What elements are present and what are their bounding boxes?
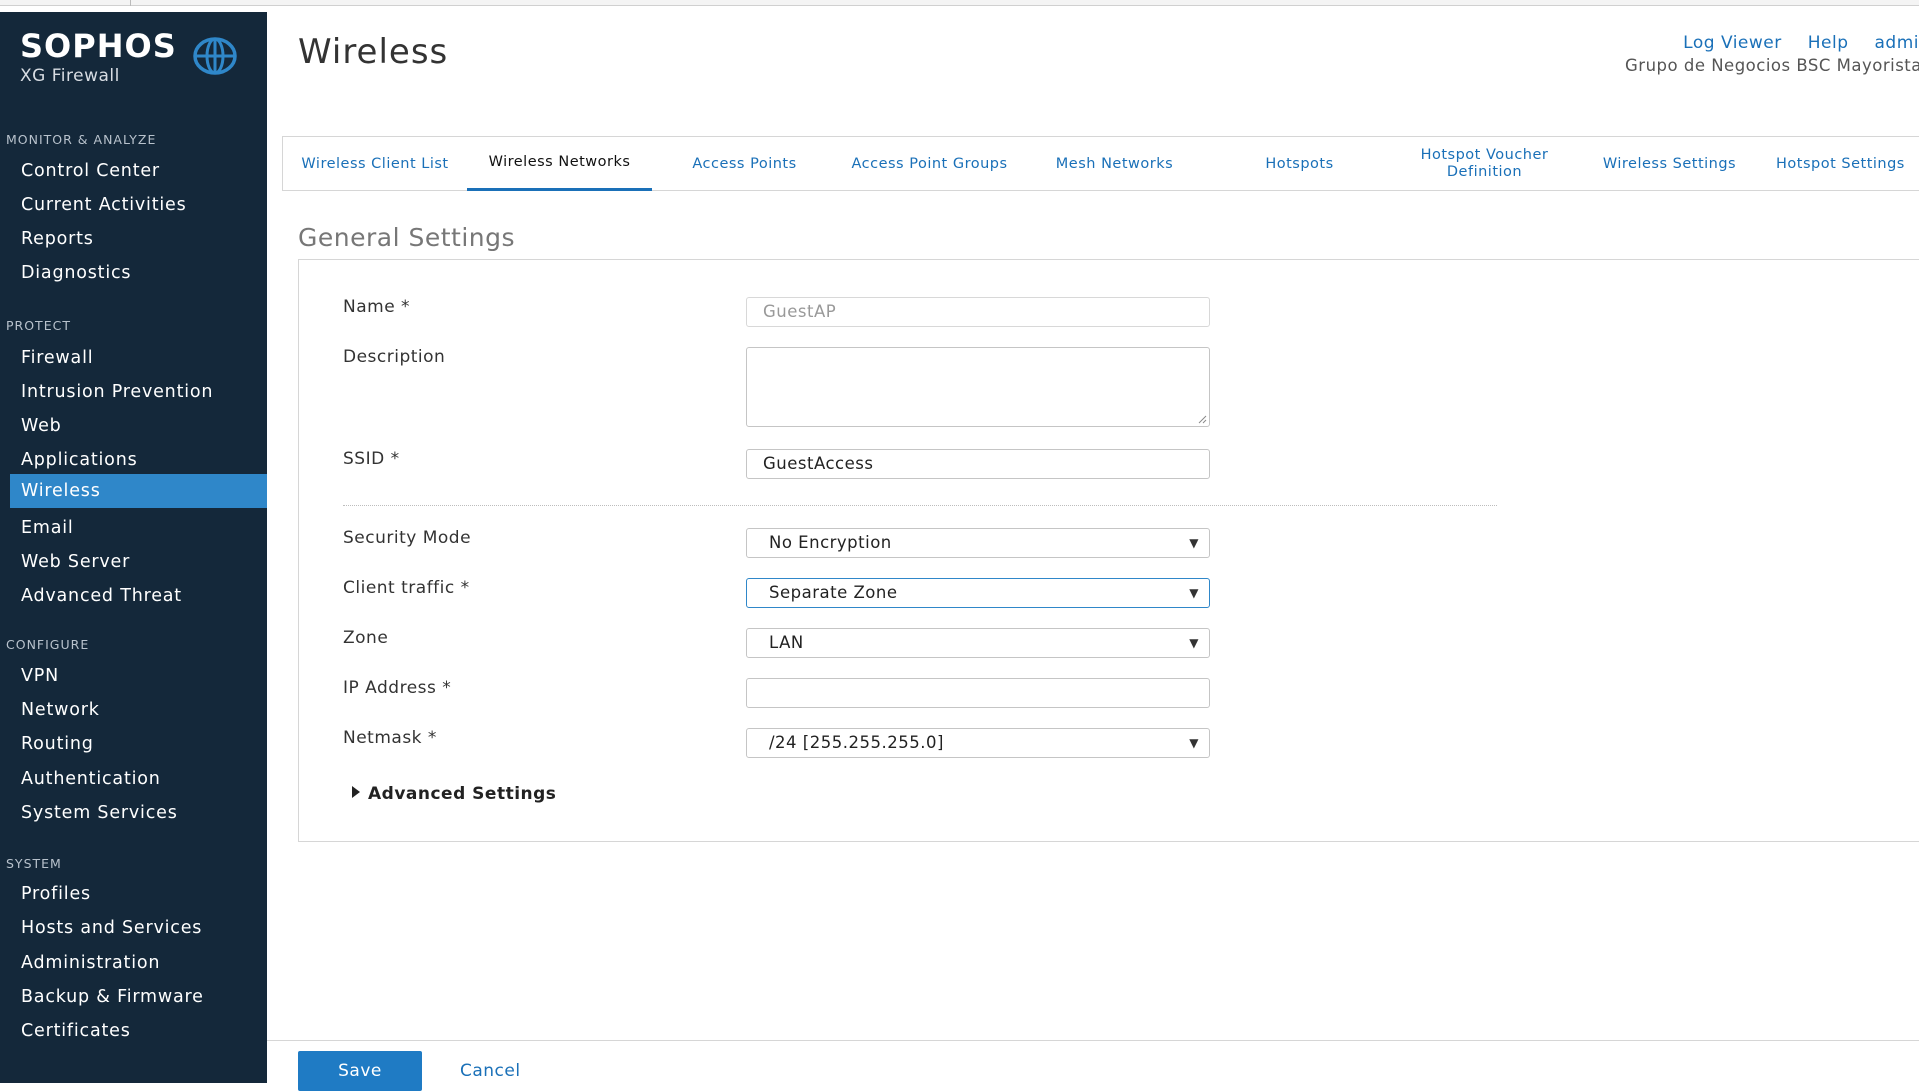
header-links: Log Viewer Help admi (1657, 33, 1919, 53)
security-mode-select[interactable]: No Encryption ▼ (746, 528, 1210, 558)
help-link[interactable]: Help (1808, 33, 1849, 53)
ssid-input[interactable]: GuestAccess (746, 449, 1210, 479)
sidebar-item-system-services[interactable]: System Services (10, 796, 267, 830)
sidebar-item-wireless[interactable]: Wireless (10, 474, 267, 508)
tab-hotspots[interactable]: Hotspots (1207, 137, 1392, 191)
sidebar-item-current-activities[interactable]: Current Activities (10, 188, 267, 222)
sidebar-item-firewall[interactable]: Firewall (10, 341, 267, 375)
general-settings-heading: General Settings (298, 223, 515, 252)
sidebar-item-network[interactable]: Network (10, 693, 267, 727)
sidebar-item-intrusion-prevention[interactable]: Intrusion Prevention (10, 375, 267, 409)
sidebar-item-administration[interactable]: Administration (10, 946, 267, 980)
sidebar-item-certificates[interactable]: Certificates (10, 1014, 267, 1048)
section-system: SYSTEM (6, 856, 62, 871)
security-mode-value: No Encryption (769, 533, 892, 552)
ssid-label: SSID * (343, 449, 400, 469)
description-label: Description (343, 347, 445, 367)
organization-name: Grupo de Negocios BSC Mayorista (1625, 56, 1919, 75)
sidebar-item-applications[interactable]: Applications (10, 443, 267, 477)
sidebar-item-email[interactable]: Email (10, 511, 267, 545)
sidebar-item-control-center[interactable]: Control Center (10, 154, 267, 188)
sophos-globe-icon (192, 36, 238, 76)
general-settings-panel: Name * GuestAP Description SSID * GuestA… (298, 259, 1919, 842)
tab-wireless-networks[interactable]: Wireless Networks (467, 137, 652, 191)
client-traffic-select[interactable]: Separate Zone ▼ (746, 578, 1210, 608)
ip-address-input[interactable] (746, 678, 1210, 708)
sidebar-item-authentication[interactable]: Authentication (10, 762, 267, 796)
brand-logo: SOPHOS XG Firewall (20, 28, 177, 86)
tab-access-point-groups[interactable]: Access Point Groups (837, 137, 1022, 191)
chevron-down-icon: ▼ (1189, 579, 1199, 607)
chevron-down-icon: ▼ (1189, 729, 1199, 757)
client-traffic-label: Client traffic * (343, 578, 470, 598)
tab-access-points[interactable]: Access Points (652, 137, 837, 191)
form-divider (343, 505, 1497, 506)
name-input[interactable]: GuestAP (746, 297, 1210, 327)
sidebar-item-web[interactable]: Web (10, 409, 267, 443)
security-mode-label: Security Mode (343, 528, 471, 548)
ip-address-label: IP Address * (343, 678, 451, 698)
tab-hotspot-settings[interactable]: Hotspot Settings (1762, 137, 1919, 191)
page-title: Wireless (298, 32, 448, 72)
name-label: Name * (343, 297, 410, 317)
caret-right-icon (352, 786, 360, 798)
netmask-value: /24 [255.255.255.0] (769, 733, 944, 752)
tab-wireless-client-list[interactable]: Wireless Client List (283, 137, 467, 191)
section-configure: CONFIGURE (6, 637, 89, 652)
sidebar-item-profiles[interactable]: Profiles (10, 877, 267, 911)
user-menu-link[interactable]: admi (1875, 33, 1919, 53)
netmask-label: Netmask * (343, 728, 437, 748)
tab-hotspot-voucher-definition[interactable]: Hotspot Voucher Definition (1392, 137, 1577, 191)
sidebar-item-vpn[interactable]: VPN (10, 659, 267, 693)
sidebar-item-routing[interactable]: Routing (10, 727, 267, 761)
log-viewer-link[interactable]: Log Viewer (1683, 33, 1782, 53)
zone-select[interactable]: LAN ▼ (746, 628, 1210, 658)
sidebar: SOPHOS XG Firewall MONITOR & ANALYZE Con… (0, 12, 267, 1083)
zone-label: Zone (343, 628, 388, 648)
netmask-select[interactable]: /24 [255.255.255.0] ▼ (746, 728, 1210, 758)
advanced-settings-label: Advanced Settings (368, 784, 556, 804)
sidebar-item-backup-firmware[interactable]: Backup & Firmware (10, 980, 267, 1014)
brand-name: SOPHOS (20, 28, 177, 64)
description-textarea[interactable] (746, 347, 1210, 427)
browser-top-edge (0, 0, 1919, 6)
chevron-down-icon: ▼ (1189, 629, 1199, 657)
tab-bar: Wireless Client List Wireless Networks A… (282, 136, 1919, 191)
tab-mesh-networks[interactable]: Mesh Networks (1022, 137, 1207, 191)
zone-value: LAN (769, 633, 804, 652)
brand-product: XG Firewall (20, 66, 177, 86)
chevron-down-icon: ▼ (1189, 529, 1199, 557)
sidebar-item-reports[interactable]: Reports (10, 222, 267, 256)
sidebar-item-advanced-threat[interactable]: Advanced Threat (10, 579, 267, 613)
section-monitor-analyze: MONITOR & ANALYZE (6, 132, 156, 147)
sidebar-item-diagnostics[interactable]: Diagnostics (10, 256, 267, 290)
sidebar-item-hosts-and-services[interactable]: Hosts and Services (10, 911, 267, 945)
section-protect: PROTECT (6, 318, 71, 333)
tab-wireless-settings[interactable]: Wireless Settings (1577, 137, 1762, 191)
resize-handle-icon[interactable] (1197, 414, 1207, 424)
save-button[interactable]: Save (298, 1051, 422, 1091)
client-traffic-value: Separate Zone (769, 583, 897, 602)
form-footer: Save Cancel (267, 1040, 1919, 1083)
advanced-settings-toggle[interactable]: Advanced Settings (352, 784, 556, 804)
cancel-button[interactable]: Cancel (460, 1061, 521, 1081)
sidebar-item-web-server[interactable]: Web Server (10, 545, 267, 579)
